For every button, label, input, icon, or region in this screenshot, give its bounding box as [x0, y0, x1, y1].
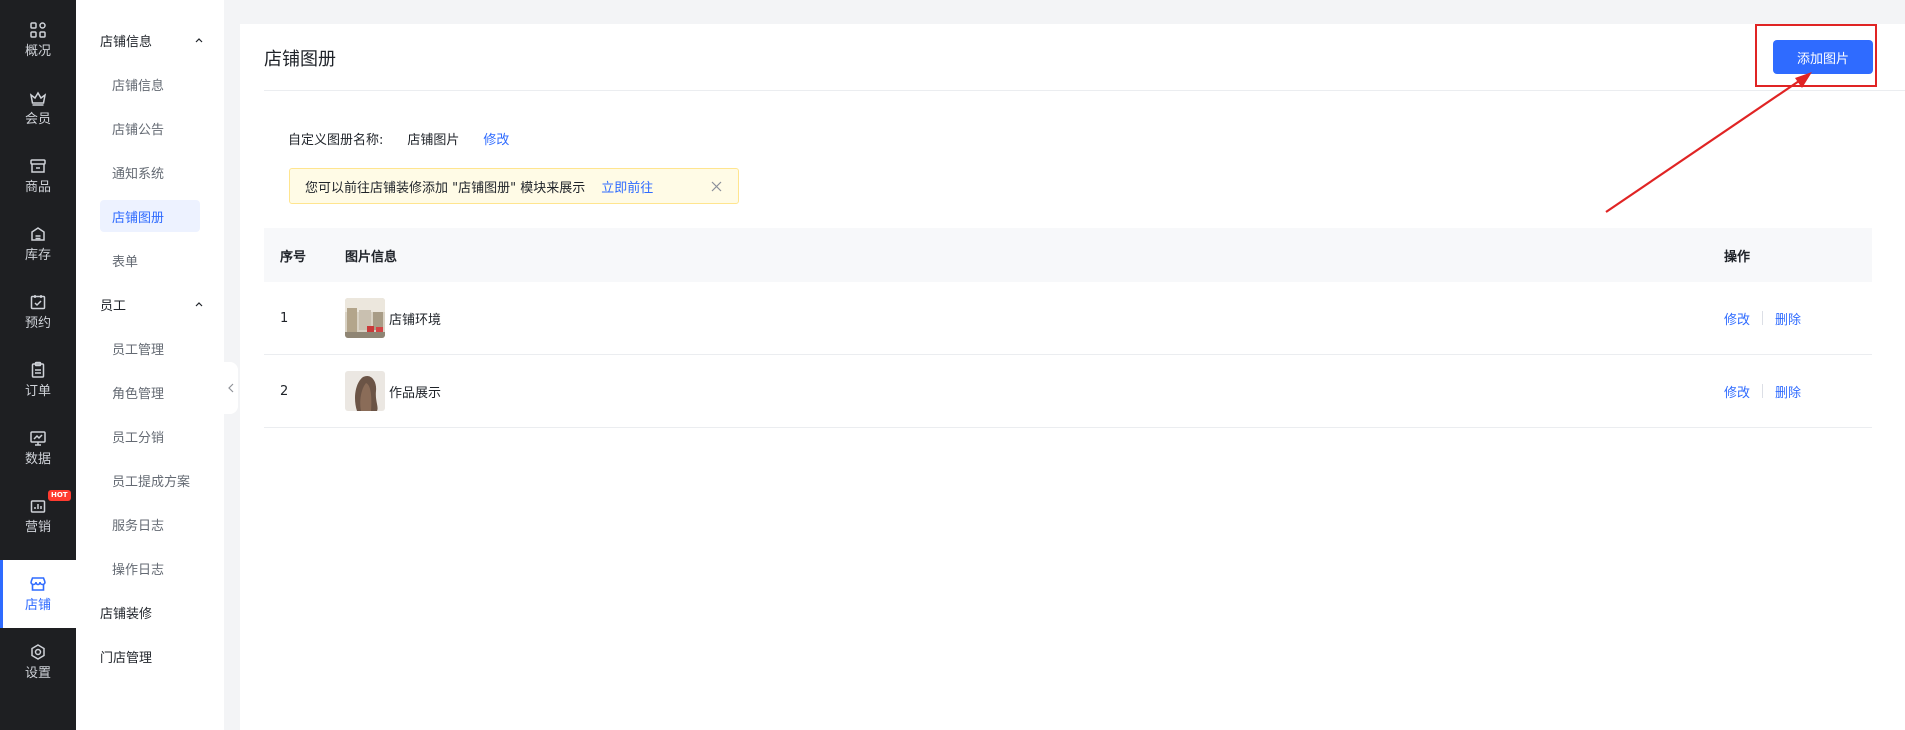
- nav-inventory-label: 库存: [24, 248, 51, 263]
- hot-badge: HOT: [48, 490, 71, 501]
- nav-products[interactable]: 商品: [0, 142, 76, 210]
- row-edit-link[interactable]: 修改: [1724, 309, 1750, 328]
- subnav-store-notice[interactable]: 店铺公告: [100, 112, 200, 144]
- row-ops: 修改 删除: [1724, 382, 1872, 401]
- nav-overview-label: 概况: [24, 44, 51, 59]
- row-edit-link[interactable]: 修改: [1724, 382, 1750, 401]
- nav-members[interactable]: 会员: [0, 74, 76, 142]
- nav-orders-label: 订单: [24, 384, 51, 399]
- nav-marketing-label: 营销: [24, 520, 51, 535]
- chart-monitor-icon: [30, 431, 46, 446]
- nav-members-label: 会员: [24, 112, 51, 127]
- chevron-up-icon: [195, 302, 203, 307]
- primary-sidebar: 概况 会员 商品 库存 预约 订单 数据 HOT 营销 店铺 设置: [0, 0, 76, 730]
- row-delete-link[interactable]: 删除: [1775, 309, 1801, 328]
- subnav-staff-manage[interactable]: 员工管理: [100, 332, 200, 364]
- nav-inventory[interactable]: 库存: [0, 210, 76, 278]
- secondary-sidebar: 店铺信息 店铺信息 店铺公告 通知系统 店铺图册 表单 员工 员工管理 角色管理…: [76, 0, 224, 730]
- grid-icon: [30, 22, 46, 38]
- header-ops: 操作: [1724, 249, 1751, 265]
- close-icon[interactable]: [711, 181, 722, 192]
- subnav-notification[interactable]: 通知系统: [100, 156, 200, 188]
- notice-go-link[interactable]: 立即前往: [601, 177, 653, 196]
- notice-banner: 您可以前往店铺装修添加 "店铺图册" 模块来展示 立即前往: [289, 168, 739, 204]
- album-edit-link[interactable]: 修改: [483, 129, 509, 148]
- nav-data-label: 数据: [24, 452, 51, 467]
- chevron-up-icon: [195, 38, 203, 43]
- notice-text: 您可以前往店铺装修添加 "店铺图册" 模块来展示: [305, 180, 586, 196]
- row-image-name: 店铺环境: [389, 312, 442, 328]
- row-index: 2: [280, 383, 289, 399]
- subnav-shop-manage[interactable]: 门店管理: [100, 640, 204, 672]
- subnav-operation-log[interactable]: 操作日志: [100, 552, 200, 584]
- header-divider: [264, 90, 1905, 91]
- row-image-name: 作品展示: [389, 385, 442, 401]
- table-row: 2 作品展示 修改 删除: [264, 355, 1872, 428]
- nav-settings[interactable]: 设置: [0, 628, 76, 696]
- nav-data[interactable]: 数据: [0, 414, 76, 482]
- group-store-info-label: 店铺信息: [100, 34, 153, 50]
- clipboard-icon: [31, 361, 45, 378]
- album-name-row: 自定义图册名称: 店铺图片 修改: [288, 126, 509, 150]
- nav-products-label: 商品: [24, 180, 51, 195]
- row-delete-link[interactable]: 删除: [1775, 382, 1801, 401]
- nav-booking[interactable]: 预约: [0, 278, 76, 346]
- subnav-staff-distribution[interactable]: 员工分销: [100, 420, 200, 452]
- album-name-value: 店铺图片: [407, 132, 460, 148]
- bar-chart-icon: [30, 500, 46, 513]
- shop-icon: [30, 577, 46, 591]
- subnav-store-album[interactable]: 店铺图册: [100, 200, 200, 232]
- group-store-info[interactable]: 店铺信息: [100, 24, 204, 56]
- main-content: 店铺图册 添加图片 自定义图册名称: 店铺图片 修改 您可以前往店铺装修添加 "…: [240, 24, 1905, 730]
- table-row: 1 店铺环境 修改 删除: [264, 282, 1872, 355]
- nav-settings-label: 设置: [24, 666, 51, 681]
- subnav-commission-plan[interactable]: 员工提成方案: [100, 464, 200, 496]
- subnav-form[interactable]: 表单: [100, 244, 200, 276]
- nav-marketing[interactable]: HOT 营销: [0, 482, 76, 550]
- thumbnail-image: [345, 371, 385, 411]
- nav-shop[interactable]: 店铺: [0, 560, 76, 628]
- op-divider: [1762, 311, 1764, 325]
- crown-icon: [29, 91, 47, 106]
- subnav-store-info[interactable]: 店铺信息: [100, 68, 200, 100]
- annotation-highlight-box: [1755, 24, 1877, 87]
- page-title: 店铺图册: [264, 49, 336, 70]
- chevron-left-icon: [228, 383, 234, 393]
- row-ops: 修改 删除: [1724, 309, 1872, 328]
- subnav-role-manage[interactable]: 角色管理: [100, 376, 200, 408]
- album-name-label: 自定义图册名称:: [288, 132, 384, 148]
- group-staff[interactable]: 员工: [100, 288, 204, 320]
- gear-icon: [31, 644, 45, 660]
- nav-orders[interactable]: 订单: [0, 346, 76, 414]
- nav-overview[interactable]: 概况: [0, 6, 76, 74]
- header-index: 序号: [280, 249, 307, 265]
- group-staff-label: 员工: [100, 298, 127, 314]
- store-icon: [30, 159, 46, 173]
- row-info: 店铺环境: [345, 298, 1724, 338]
- table-header: 序号 图片信息 操作: [264, 228, 1872, 282]
- subnav-service-log[interactable]: 服务日志: [100, 508, 200, 540]
- thumbnail-image: [345, 298, 385, 338]
- calendar-check-icon: [30, 295, 46, 310]
- op-divider: [1762, 384, 1764, 398]
- nav-booking-label: 预约: [24, 316, 51, 331]
- inventory-icon: [31, 227, 45, 241]
- header-info: 图片信息: [345, 249, 398, 265]
- row-info: 作品展示: [345, 371, 1724, 411]
- row-index: 1: [280, 310, 289, 326]
- sidebar-collapse-handle[interactable]: [224, 362, 238, 414]
- subnav-store-decor[interactable]: 店铺装修: [100, 596, 204, 628]
- album-table: 序号 图片信息 操作 1 店铺环境 修改 删除 2 作品展示 修改 删除: [264, 228, 1872, 428]
- nav-shop-label: 店铺: [24, 598, 51, 613]
